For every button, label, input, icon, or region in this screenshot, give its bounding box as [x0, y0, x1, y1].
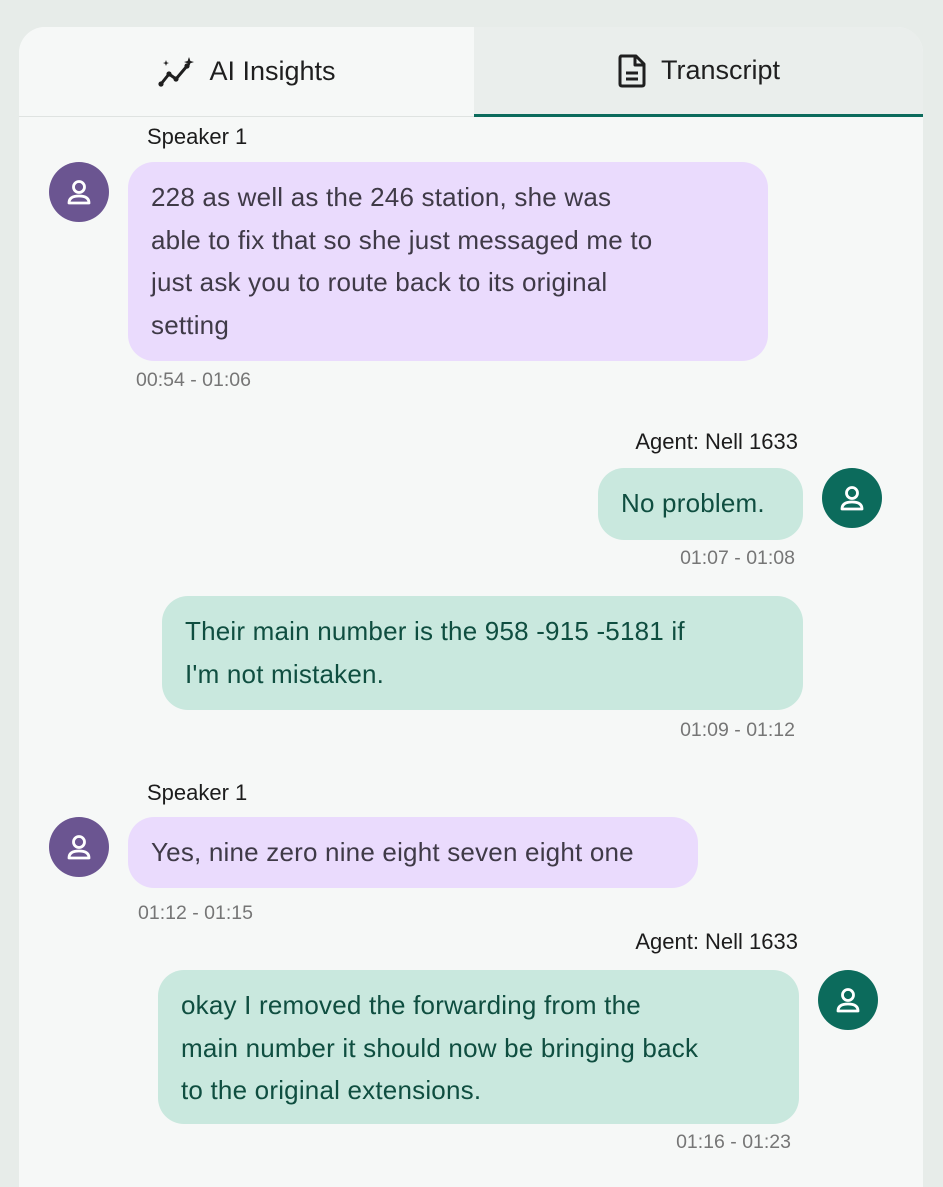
message-line: okay I removed the forwarding from the	[181, 990, 641, 1020]
document-icon	[617, 53, 647, 89]
tab-bar: AI Insights Transcript	[19, 27, 923, 117]
message-timestamp: 01:12 - 01:15	[138, 902, 253, 924]
message-bubble: okay I removed the forwarding from the m…	[158, 970, 799, 1124]
message-timestamp: 01:16 - 01:23	[676, 1131, 791, 1153]
tab-ai-insights[interactable]: AI Insights	[19, 27, 474, 117]
tab-ai-insights-label: AI Insights	[209, 56, 336, 86]
message-line: main number it should now be bringing ba…	[181, 1032, 699, 1063]
message-line: just ask you to route back to its origin…	[151, 267, 608, 297]
speaker-label: Speaker 1	[147, 124, 248, 149]
message-timestamp: 01:09 - 01:12	[680, 719, 795, 741]
message-line: No problem.	[621, 488, 765, 518]
tab-transcript[interactable]: Transcript	[474, 27, 923, 117]
message-line: 228 as well as the 246 station, she was	[151, 182, 612, 212]
person-icon	[836, 988, 860, 1013]
speaker-label: Agent: Nell 1633	[635, 929, 798, 954]
customer-avatar	[49, 162, 109, 222]
message-line: to the original extensions.	[181, 1075, 482, 1105]
message-bubble: 228 as well as the 246 station, she was …	[128, 162, 768, 361]
sparkle-trend-icon	[157, 55, 195, 89]
agent-avatar	[822, 468, 882, 528]
person-icon	[67, 180, 91, 205]
speaker-label: Agent: Nell 1633	[635, 429, 798, 454]
message-line: able to fix that so she just messaged me…	[151, 224, 653, 255]
message-timestamp: 00:54 - 01:06	[136, 369, 251, 391]
person-icon	[840, 486, 864, 511]
agent-avatar	[818, 970, 878, 1030]
message-bubble: No problem.	[598, 468, 803, 540]
message-bubble: Their main number is the 958 -915 -5181 …	[162, 596, 803, 710]
message-line: setting	[151, 309, 230, 340]
message-line: Their main number is the 958 -915 -5181 …	[185, 616, 685, 646]
speaker-label: Speaker 1	[147, 780, 248, 805]
message-timestamp: 01:07 - 01:08	[680, 547, 795, 569]
tab-transcript-label: Transcript	[660, 55, 781, 85]
person-icon	[67, 835, 91, 860]
message-line: I'm not mistaken.	[185, 658, 385, 689]
message-bubble: Yes, nine zero nine eight seven eight on…	[128, 817, 698, 888]
customer-avatar	[49, 817, 109, 877]
message-line: Yes, nine zero nine eight seven eight on…	[151, 837, 634, 867]
